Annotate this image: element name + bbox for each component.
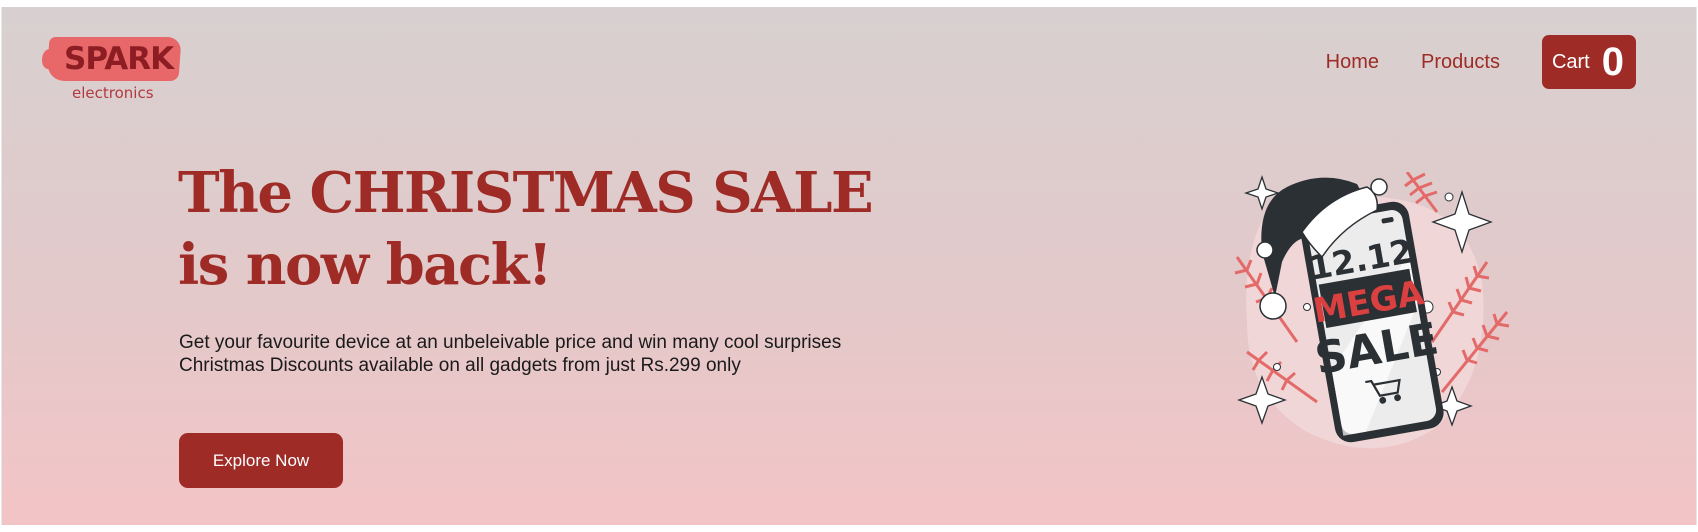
hero-description: Get your favourite device at an unbeleiv… xyxy=(179,331,841,377)
main-nav: Home Products Cart 0 xyxy=(1326,35,1636,89)
cart-label: Cart xyxy=(1551,50,1590,73)
hero-headline: The CHRISTMAS SALE is now back! xyxy=(178,157,874,301)
logo[interactable]: SPARK electronics xyxy=(46,29,186,109)
logo-name: SPARK xyxy=(64,41,174,77)
cart-count: 0 xyxy=(1601,39,1624,84)
hero-headline-line2: is now back! xyxy=(178,232,553,298)
hero-headline-line1: The CHRISTMAS SALE xyxy=(178,160,874,226)
hero-description-line2: Christmas Discounts available on all gad… xyxy=(179,355,741,376)
nav-products-link[interactable]: Products xyxy=(1421,51,1500,74)
page: SPARK electronics Home Products Cart 0 T… xyxy=(1,7,1697,525)
explore-now-button[interactable]: Explore Now xyxy=(179,433,343,488)
christmas-phone-illustration: 12.12 MEGA SALE xyxy=(1234,172,1510,449)
cart-button[interactable]: Cart 0 xyxy=(1541,35,1636,89)
hero-description-line1: Get your favourite device at an unbeleiv… xyxy=(179,332,842,353)
logo-subtitle: electronics xyxy=(72,84,154,102)
nav-home-link[interactable]: Home xyxy=(1326,51,1379,74)
